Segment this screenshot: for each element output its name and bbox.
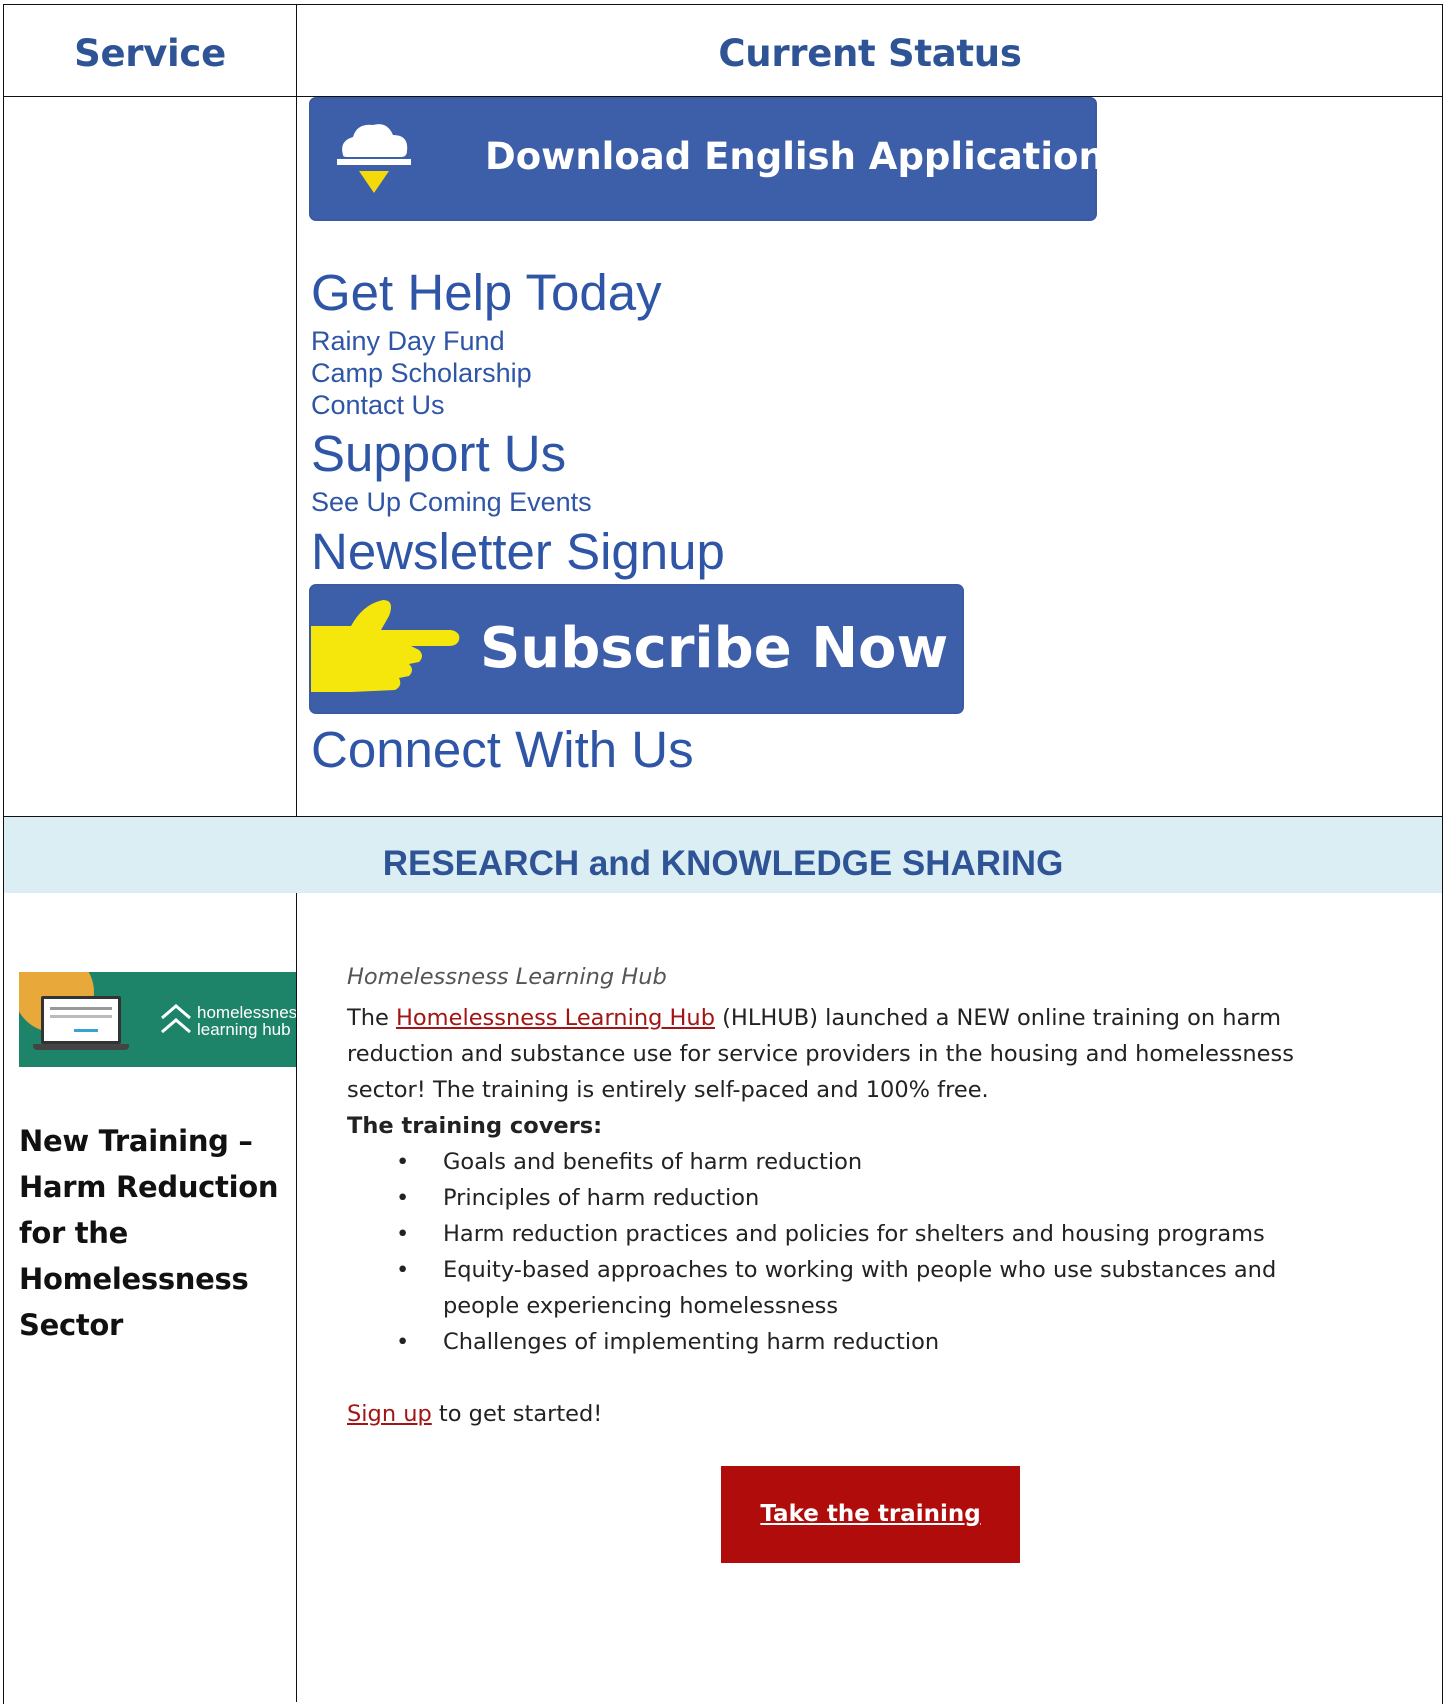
list-item: Challenges of implementing harm reductio… — [347, 1324, 1347, 1360]
signup-after: to get started! — [431, 1401, 603, 1427]
covers-list: Goals and benefits of harm reduction Pri… — [347, 1144, 1347, 1360]
see-upcoming-events-link[interactable]: See Up Coming Events — [311, 489, 592, 516]
header-service: Service — [74, 32, 226, 75]
list-item: Equity-based approaches to working with … — [347, 1252, 1347, 1324]
rainy-day-fund-link[interactable]: Rainy Day Fund — [311, 328, 505, 355]
list-item: Goals and benefits of harm reduction — [347, 1144, 1347, 1180]
contact-us-link[interactable]: Contact Us — [311, 392, 445, 419]
covers-heading: The training covers: — [347, 1113, 603, 1139]
hub-logo-line1: homelessness — [197, 1003, 296, 1022]
download-english-application-button[interactable]: Download English Application — [311, 99, 1105, 219]
download-button-label: Download English Application — [485, 135, 1105, 178]
get-help-today-link[interactable]: Get Help Today — [311, 267, 662, 318]
column-divider — [296, 4, 297, 817]
connect-with-us-link[interactable]: Connect With Us — [311, 724, 694, 775]
article-label: Homelessness Learning Hub — [347, 964, 667, 990]
intro-before: The — [347, 1005, 396, 1031]
cloud-download-icon — [337, 124, 411, 193]
column-divider — [296, 892, 297, 1702]
laptop-icon — [41, 996, 121, 1044]
subscribe-now-button[interactable]: Subscribe Now — [311, 586, 962, 712]
homelessness-learning-hub-banner: homelessness learning hub — [19, 972, 296, 1067]
newsletter-signup-link[interactable]: Newsletter Signup — [311, 526, 725, 577]
take-the-training-button[interactable]: Take the training — [721, 1466, 1020, 1563]
homelessness-learning-hub-link[interactable]: Homelessness Learning Hub — [396, 1005, 715, 1031]
pointing-hand-icon — [311, 600, 460, 692]
list-item: Principles of harm reduction — [347, 1180, 1347, 1216]
list-item: Harm reduction practices and policies fo… — [347, 1216, 1347, 1252]
subscribe-button-label: Subscribe Now — [480, 616, 949, 681]
hub-logo-text: homelessness learning hub — [197, 1004, 296, 1038]
camp-scholarship-link[interactable]: Camp Scholarship — [311, 360, 532, 387]
sign-up-link[interactable]: Sign up — [347, 1401, 432, 1427]
article-title: New Training – Harm Reduction for the Ho… — [19, 1124, 279, 1342]
row-divider — [3, 96, 1443, 97]
signup-line: Sign up to get started! — [347, 1396, 602, 1432]
section-band: RESEARCH and KNOWLEDGE SHARING — [4, 817, 1442, 893]
support-us-link[interactable]: Support Us — [311, 428, 566, 479]
section-title: RESEARCH and KNOWLEDGE SHARING — [382, 844, 1064, 883]
article-intro: The Homelessness Learning Hub (HLHUB) la… — [347, 1000, 1347, 1108]
chevron-up-icon — [161, 1004, 191, 1034]
header-current-status: Current Status — [718, 32, 1022, 75]
newsletter-page: Service Current Status Download English … — [0, 0, 1447, 1704]
laptop-base — [33, 1044, 129, 1050]
hub-logo-line2: learning hub — [197, 1020, 291, 1039]
